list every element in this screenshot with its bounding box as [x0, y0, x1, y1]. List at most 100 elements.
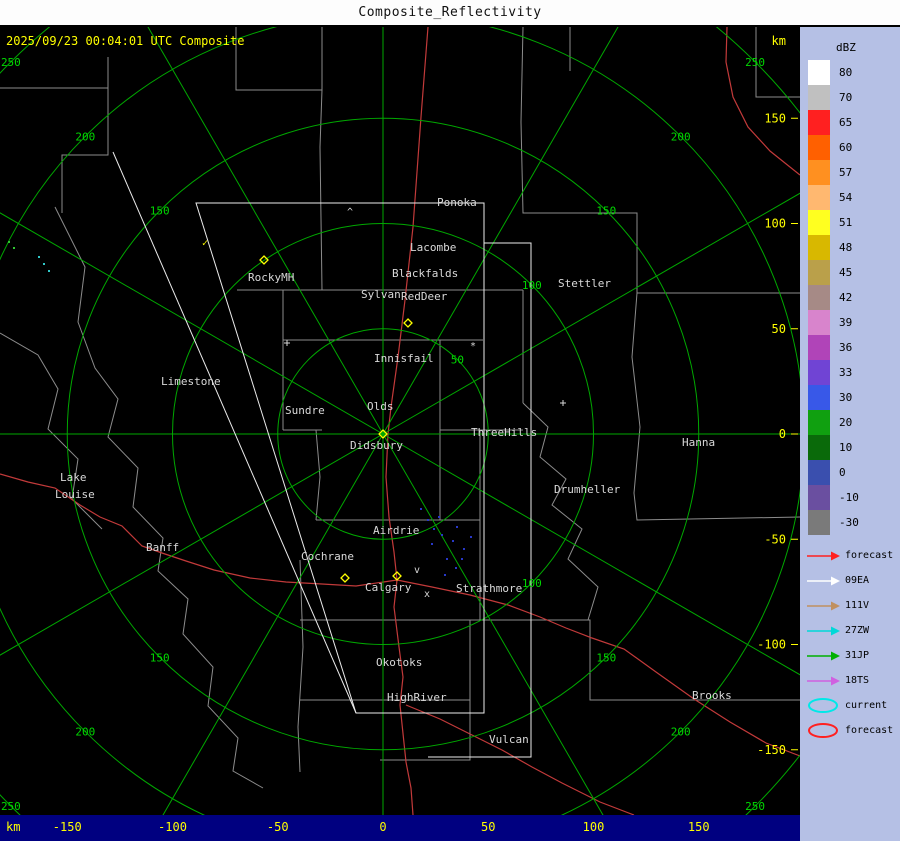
range-ring-label: 150 — [150, 205, 170, 218]
range-ring-label: 200 — [75, 726, 95, 739]
strike-dot — [444, 574, 446, 576]
radar-app-window: Composite_Reflectivity 50 100 150 200 250 100… — [0, 0, 900, 841]
reflectivity-colorbar: 80 70 65 60 57 54 51 48 45 42 39 36 33 30 20 10 0 -10 -30 — [800, 60, 900, 535]
strike-dot — [461, 558, 463, 560]
city-label: Lacombe — [410, 241, 456, 254]
radar-map[interactable]: 50 100 150 200 250 100 150 200 250 150 200 250 150 20… — [0, 27, 800, 815]
colorbar-chip — [808, 235, 830, 260]
forecast-ellipse-icon — [808, 723, 838, 738]
site-diamond-marker — [340, 573, 350, 583]
legend-item: 31JP — [806, 643, 900, 668]
y-axis-label: -150 — [757, 743, 786, 757]
range-ring-label: 150 — [150, 651, 170, 664]
highway-line — [725, 27, 800, 176]
colorbar-row: 20 — [808, 410, 900, 435]
legend-label: 09EA — [845, 575, 870, 586]
x-axis-bar: km -150 -100 -50 0 50 100 150 — [0, 815, 800, 841]
coverage-outline — [112, 151, 357, 714]
y-axis-label: 50 — [772, 322, 786, 336]
legend-sidebar: dBZ 80 70 65 60 57 54 51 48 45 42 39 36 33 30 20 10 0 -10… — [800, 27, 900, 841]
colorbar-value: 30 — [839, 391, 853, 404]
colorbar-value: 51 — [839, 216, 853, 229]
city-label: Didsbury — [350, 439, 403, 452]
colorbar-value: 33 — [839, 366, 853, 379]
city-label: Strathmore — [456, 582, 522, 595]
window-title: Composite_Reflectivity — [358, 5, 542, 20]
colorbar-chip — [808, 385, 830, 410]
colorbar-value: 70 — [839, 91, 853, 104]
strike-dot — [13, 247, 15, 249]
cross-marker: x — [424, 589, 430, 600]
highway-line — [396, 579, 800, 757]
city-label: Ponoka — [437, 196, 477, 209]
range-ring-label: 250 — [745, 800, 765, 813]
strike-dot — [38, 256, 40, 258]
strike-dot — [441, 534, 443, 536]
range-ring-label: 250 — [745, 56, 765, 69]
county-boundary-line — [319, 89, 323, 291]
range-ring-label: 250 — [1, 56, 21, 69]
plus-marker — [284, 340, 290, 346]
y-axis-label: 100 — [764, 217, 786, 231]
strike-dot — [470, 536, 472, 538]
county-boundary-line — [235, 27, 323, 91]
strike-dot — [463, 548, 465, 550]
legend-label: 18TS — [845, 675, 870, 686]
y-axis-unit: km — [771, 34, 786, 48]
x-axis-label: -50 — [266, 820, 289, 834]
colorbar-value: 20 — [839, 416, 853, 429]
colorbar-chip — [808, 310, 830, 335]
legend-item: forecast — [806, 543, 900, 568]
colorbar-row: 51 — [808, 210, 900, 235]
city-label: ThreeHills — [471, 426, 537, 439]
x-axis-unit: km — [6, 820, 21, 834]
colorbar-value: 36 — [839, 341, 853, 354]
111V-arrow-icon — [807, 601, 840, 610]
forecast-arrow-icon — [807, 551, 840, 560]
range-ring-label: 200 — [671, 130, 691, 143]
legend-item: current — [806, 693, 900, 718]
colorbar-chip — [808, 85, 830, 110]
scan-timestamp: 2025/09/23 00:04:01 UTC Composite — [6, 34, 245, 48]
city-label: Louise — [55, 488, 95, 501]
site-diamond-marker — [403, 318, 413, 328]
colorbar-row: 70 — [808, 85, 900, 110]
colorbar-row: 48 — [808, 235, 900, 260]
legend-label: 111V — [845, 600, 870, 611]
county-boundary-line — [380, 620, 471, 761]
range-ring-label: 200 — [671, 726, 691, 739]
colorbar-chip — [808, 110, 830, 135]
city-label: Blackfalds — [392, 267, 458, 280]
legend-item: 18TS — [806, 668, 900, 693]
x-axis-label: 0 — [379, 820, 387, 834]
city-label: Brooks — [692, 689, 732, 702]
check-marker: ✓ — [202, 238, 208, 249]
colorbar-row: 0 — [808, 460, 900, 485]
strike-dot — [455, 567, 457, 569]
radar-display-canvas[interactable]: 50 100 150 200 250 100 150 200 250 150 200 250 150 20… — [0, 27, 800, 815]
legend-item: forecast — [806, 718, 900, 743]
legend-label: forecast — [845, 550, 894, 561]
city-label: Stettler — [558, 277, 611, 290]
colorbar-row: 54 — [808, 185, 900, 210]
legend-label: 31JP — [845, 650, 870, 661]
city-label: Vulcan — [489, 733, 529, 746]
colorbar-chip — [808, 185, 830, 210]
colorbar-chip — [808, 285, 830, 310]
range-ring-label: 150 — [596, 651, 616, 664]
county-boundary-line — [297, 559, 304, 773]
colorbar-value: 80 — [839, 66, 853, 79]
colorbar-chip — [808, 360, 830, 385]
x-axis-label: 100 — [582, 820, 605, 834]
city-label: Calgary — [365, 581, 412, 594]
range-ring-label: 50 — [451, 354, 464, 367]
county-boundary-line — [315, 429, 321, 521]
current-ellipse-icon — [808, 698, 838, 713]
colorbar-chip — [808, 210, 830, 235]
range-ring-label: 250 — [1, 800, 21, 813]
city-label: Drumheller — [554, 483, 621, 496]
colorbar-value: 48 — [839, 241, 853, 254]
strike-dot — [48, 270, 50, 272]
colorbar-row: 80 — [808, 60, 900, 85]
27ZW-arrow-icon — [807, 626, 840, 635]
